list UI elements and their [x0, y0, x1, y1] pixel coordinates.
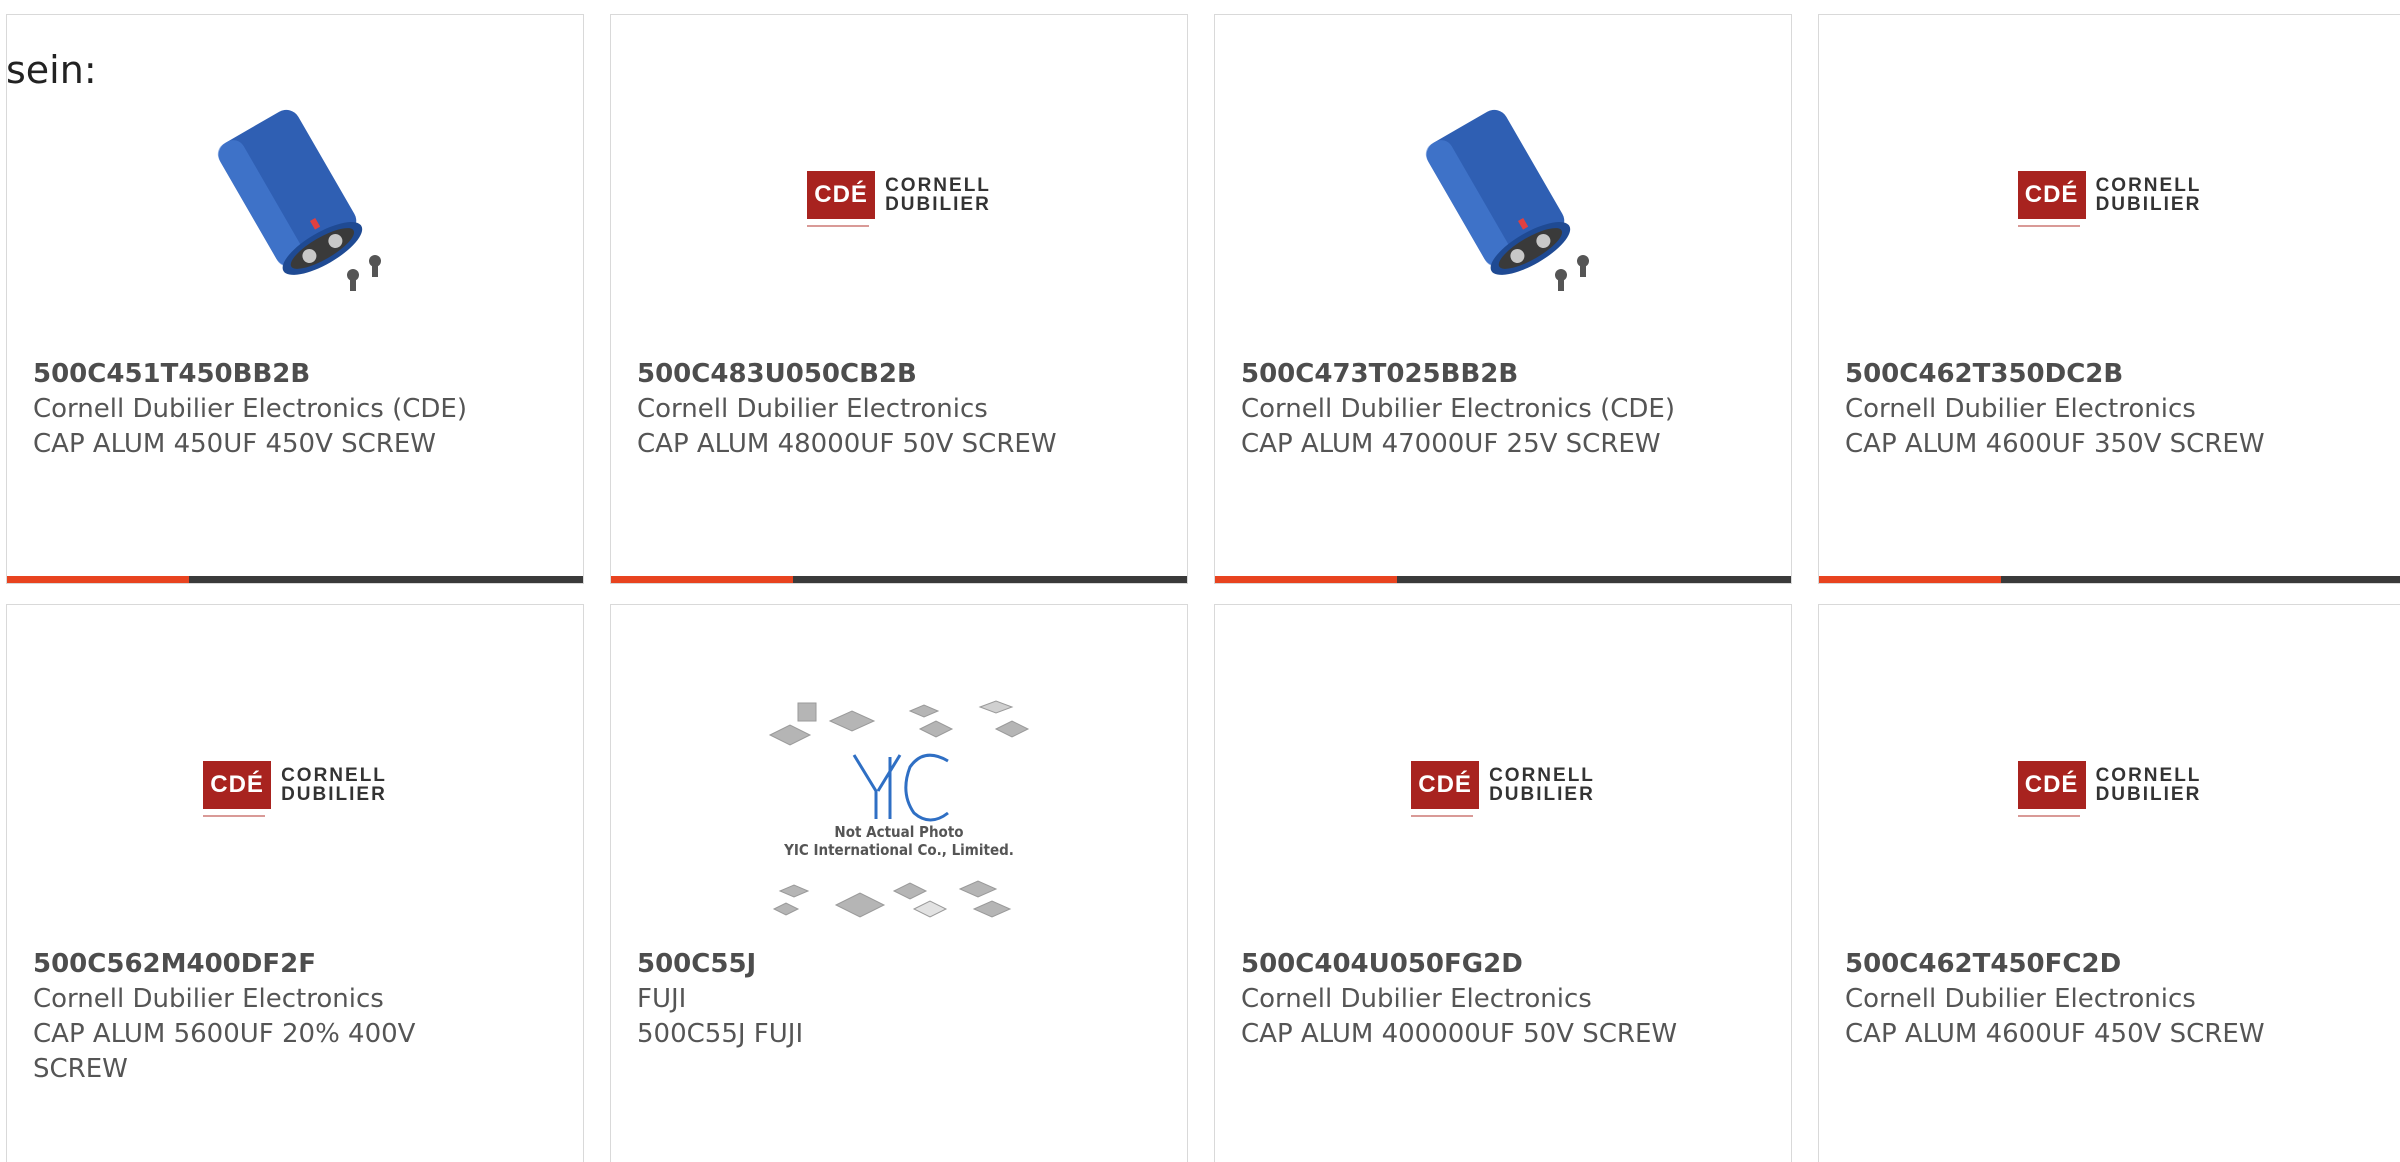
product-info: 500C451T450BB2B Cornell Dubilier Electro…	[33, 357, 563, 462]
product-card[interactable]: CDÉ CORNELL DUBILIER 500C404U050FG2D Cor…	[1214, 604, 1792, 1162]
part-number-link[interactable]: 500C562M400DF2F	[33, 947, 563, 982]
cde-logo-line1: CORNELL	[281, 765, 387, 786]
manufacturer: Cornell Dubilier Electronics	[637, 394, 988, 424]
cde-logo-line2: DUBILIER	[2095, 194, 2202, 215]
cde-logo-line1: CORNELL	[885, 175, 991, 196]
cde-logo-words: CORNELL DUBILIER	[1489, 766, 1595, 804]
product-image[interactable]	[7, 75, 583, 315]
product-card[interactable]: CDÉ CORNELL DUBILIER 500C483U050CB2B Cor…	[610, 14, 1188, 584]
cde-logo-line2: DUBILIER	[885, 194, 991, 215]
cde-logo-words: CORNELL DUBILIER	[281, 766, 387, 804]
product-info: 500C473T025BB2B Cornell Dubilier Electro…	[1241, 357, 1771, 462]
product-card[interactable]: Not Actual Photo YIC International Co., …	[610, 604, 1188, 1162]
card-accent-bar	[1819, 576, 2001, 583]
manufacturer: Cornell Dubilier Electronics (CDE)	[33, 394, 467, 424]
description: 500C55J FUJI	[637, 1019, 804, 1049]
manufacturer: Cornell Dubilier Electronics	[1241, 984, 1592, 1014]
cde-logo-mark: CDÉ	[807, 171, 876, 227]
cde-logo-icon: CDÉ CORNELL DUBILIER	[2017, 171, 2202, 227]
part-number-link[interactable]: 500C462T350DC2B	[1845, 357, 2380, 392]
yic-placeholder-image: Not Actual Photo YIC International Co., …	[764, 695, 1034, 935]
manufacturer: Cornell Dubilier Electronics	[1845, 394, 2196, 424]
description: CAP ALUM 400000UF 50V SCREW	[1241, 1019, 1678, 1049]
chip-packages-icon	[768, 700, 1030, 918]
product-image[interactable]: CDÉ CORNELL DUBILIER	[611, 75, 1187, 315]
yic-caption-line2: YIC International Co., Limited.	[784, 841, 1014, 859]
capacitor-photo-icon	[1425, 109, 1589, 291]
cde-logo-mark: CDÉ	[1411, 761, 1480, 817]
cde-logo-line1: CORNELL	[2095, 765, 2202, 786]
product-info: 500C462T350DC2B Cornell Dubilier Electro…	[1845, 357, 2380, 462]
cde-logo-icon: CDÉ CORNELL DUBILIER	[807, 171, 991, 227]
card-bottom-bar	[7, 576, 583, 583]
card-accent-bar	[611, 576, 793, 583]
yic-caption: Not Actual Photo YIC International Co., …	[764, 823, 1034, 859]
manufacturer: FUJI	[637, 984, 687, 1014]
manufacturer: Cornell Dubilier Electronics (CDE)	[1241, 394, 1675, 424]
cde-logo-line2: DUBILIER	[281, 784, 387, 805]
part-number-link[interactable]: 500C473T025BB2B	[1241, 357, 1771, 392]
card-accent-bar	[7, 576, 189, 583]
cde-logo-mark: CDÉ	[2017, 761, 2086, 817]
card-bottom-bar	[1215, 576, 1791, 583]
manufacturer: Cornell Dubilier Electronics	[33, 984, 384, 1014]
product-image[interactable]: CDÉ CORNELL DUBILIER	[1819, 75, 2400, 315]
part-number-link[interactable]: 500C404U050FG2D	[1241, 947, 1771, 982]
cde-logo-icon: CDÉ CORNELL DUBILIER	[2017, 761, 2202, 817]
product-info: 500C404U050FG2D Cornell Dubilier Electro…	[1241, 947, 1771, 1052]
product-card[interactable]: 500C473T025BB2B Cornell Dubilier Electro…	[1214, 14, 1792, 584]
product-image[interactable]: CDÉ CORNELL DUBILIER	[1215, 665, 1791, 905]
product-info: 500C483U050CB2B Cornell Dubilier Electro…	[637, 357, 1167, 462]
product-card[interactable]: 500C451T450BB2B Cornell Dubilier Electro…	[6, 14, 584, 584]
product-info: 500C55J FUJI 500C55J FUJI	[637, 947, 1167, 1052]
cde-logo-line2: DUBILIER	[1489, 784, 1595, 805]
description: CAP ALUM 5600UF 20% 400V SCREW	[33, 1019, 416, 1084]
cde-logo-words: CORNELL DUBILIER	[2096, 766, 2202, 804]
product-info: 500C462T450FC2D Cornell Dubilier Electro…	[1845, 947, 2380, 1052]
capacitor-photo-icon	[217, 109, 381, 291]
description: CAP ALUM 450UF 450V SCREW	[33, 429, 436, 459]
part-number-link[interactable]: 500C55J	[637, 947, 1167, 982]
cde-logo-line1: CORNELL	[2095, 175, 2202, 196]
product-image[interactable]: CDÉ CORNELL DUBILIER	[1819, 665, 2400, 905]
cde-logo-line2: DUBILIER	[2095, 784, 2202, 805]
manufacturer: Cornell Dubilier Electronics	[1845, 984, 2196, 1014]
cde-logo-mark: CDÉ	[2017, 171, 2086, 227]
card-bottom-bar	[611, 576, 1187, 583]
product-card[interactable]: CDÉ CORNELL DUBILIER 500C562M400DF2F Cor…	[6, 604, 584, 1162]
card-bottom-bar	[1819, 576, 2400, 583]
part-number-link[interactable]: 500C451T450BB2B	[33, 357, 563, 392]
product-info: 500C562M400DF2F Cornell Dubilier Electro…	[33, 947, 563, 1087]
product-image[interactable]	[1215, 75, 1791, 315]
description: CAP ALUM 4600UF 450V SCREW	[1845, 1019, 2265, 1049]
cde-logo-line1: CORNELL	[1489, 765, 1595, 786]
yic-caption-line1: Not Actual Photo	[834, 823, 964, 841]
part-number-link[interactable]: 500C462T450FC2D	[1845, 947, 2380, 982]
product-card[interactable]: CDÉ CORNELL DUBILIER 500C462T350DC2B Cor…	[1818, 14, 2400, 584]
product-image[interactable]: CDÉ CORNELL DUBILIER	[7, 665, 583, 905]
description: CAP ALUM 4600UF 350V SCREW	[1845, 429, 2265, 459]
description: CAP ALUM 48000UF 50V SCREW	[637, 429, 1057, 459]
product-image[interactable]: Not Actual Photo YIC International Co., …	[611, 695, 1187, 935]
product-grid-page: sein: 500C451T450BB2B Cornell Dubilier E…	[0, 0, 2400, 1162]
part-number-link[interactable]: 500C483U050CB2B	[637, 357, 1167, 392]
card-accent-bar	[1215, 576, 1397, 583]
intro-text: sein:	[6, 48, 97, 92]
description: CAP ALUM 47000UF 25V SCREW	[1241, 429, 1661, 459]
cde-logo-words: CORNELL DUBILIER	[885, 176, 991, 214]
cde-logo-icon: CDÉ CORNELL DUBILIER	[1411, 761, 1595, 817]
cde-logo-words: CORNELL DUBILIER	[2096, 176, 2202, 214]
product-card[interactable]: CDÉ CORNELL DUBILIER 500C462T450FC2D Cor…	[1818, 604, 2400, 1162]
cde-logo-mark: CDÉ	[203, 761, 272, 817]
cde-logo-icon: CDÉ CORNELL DUBILIER	[203, 761, 387, 817]
